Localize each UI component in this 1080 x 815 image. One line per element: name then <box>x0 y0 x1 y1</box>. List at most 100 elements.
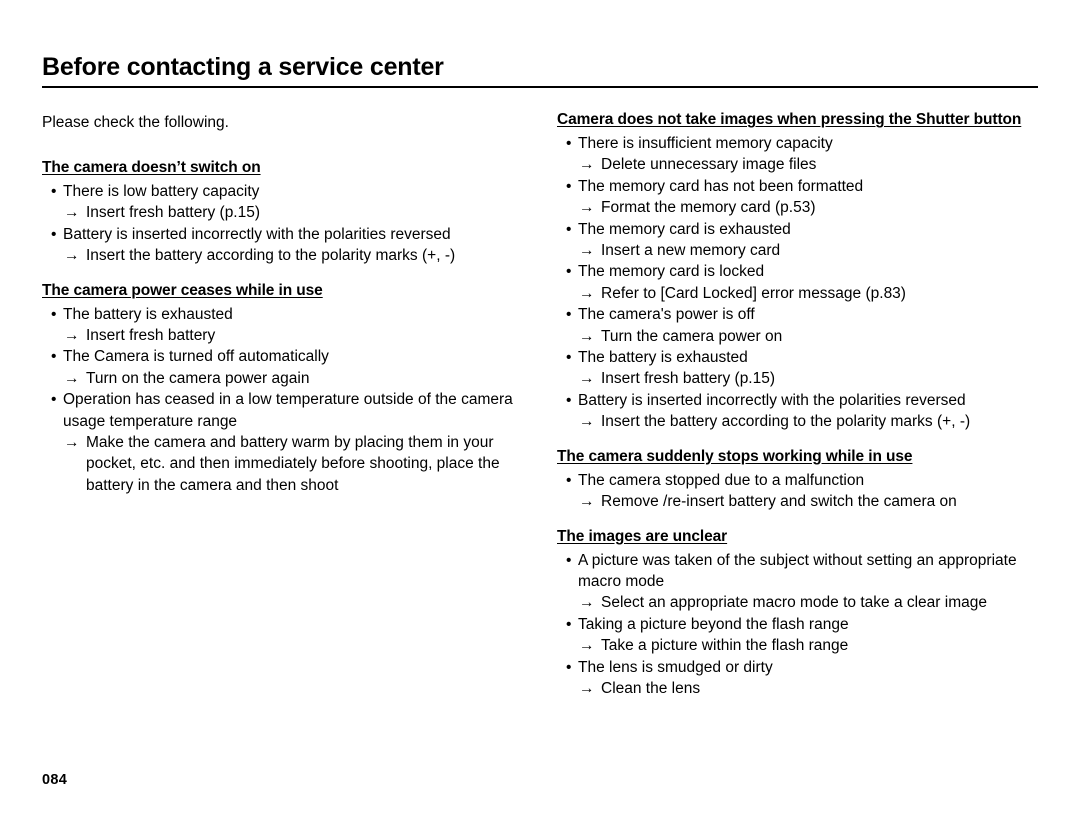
arrow-right-icon: → <box>579 242 595 260</box>
arrow-right-icon: → <box>579 156 595 174</box>
symptom-text: Battery is inserted incorrectly with the… <box>578 391 966 409</box>
bullet-icon: • <box>566 391 572 409</box>
arrow-right-icon: → <box>579 679 595 697</box>
solution-item: → Insert fresh battery (p.15) <box>557 368 1038 389</box>
symptom-item: • The camera stopped due to a malfunction <box>557 470 1038 491</box>
symptom-text: Taking a picture beyond the flash range <box>578 615 849 633</box>
symptom-text: There is low battery capacity <box>63 183 260 200</box>
solution-item: → Clean the lens <box>557 678 1038 699</box>
solution-item: → Insert a new memory card <box>557 240 1038 261</box>
solution-text: Format the memory card (p.53) <box>601 199 816 217</box>
solution-item: → Refer to [Card Locked] error message (p… <box>557 283 1038 304</box>
arrow-right-icon: → <box>579 284 595 302</box>
bullet-icon: • <box>51 183 57 200</box>
arrow-right-icon: → <box>579 413 595 431</box>
bullet-icon: • <box>566 306 572 324</box>
solution-text: Insert the battery according to the pola… <box>601 413 971 431</box>
page-number: 084 <box>42 772 68 788</box>
solution-item: → Delete unnecessary image files <box>557 154 1038 175</box>
symptom-item: • Operation has ceased in a low temperatu… <box>42 389 537 432</box>
symptom-item: • The memory card is locked <box>557 261 1038 282</box>
arrow-right-icon: → <box>579 199 595 217</box>
solution-item: → Insert the battery according to the pol… <box>557 411 1038 432</box>
solution-text: Refer to [Card Locked] error message (p.… <box>601 284 906 302</box>
section-heading: The camera power ceases while in use <box>42 281 323 299</box>
solution-text: Insert fresh battery <box>86 327 216 345</box>
arrow-right-icon: → <box>579 493 595 511</box>
symptom-item: • The battery is exhausted <box>557 347 1038 368</box>
symptom-text: Battery is inserted incorrectly with the… <box>63 225 451 243</box>
symptom-item: • The camera's power is off <box>557 304 1038 325</box>
bullet-icon: • <box>51 348 57 366</box>
right-column: Camera does not take images when pressin… <box>557 110 1038 699</box>
solution-item: → Take a picture within the flash range <box>557 635 1038 656</box>
symptom-item: • A picture was taken of the subject with… <box>557 550 1038 593</box>
symptom-item: • The lens is smudged or dirty <box>557 657 1038 678</box>
arrow-right-icon: → <box>64 247 80 265</box>
troubleshooting-section: Camera does not take images when pressin… <box>557 110 1038 433</box>
arrow-right-icon: → <box>579 637 595 655</box>
symptom-list: • There is insufficient memory capacity → D… <box>557 133 1038 433</box>
symptom-text: The battery is exhausted <box>578 349 748 367</box>
symptom-text: The memory card has not been formatted <box>578 177 864 195</box>
symptom-text: The memory card is exhausted <box>578 220 791 238</box>
manual-page: Before contacting a service center Pleas… <box>0 0 1080 815</box>
symptom-text: The camera stopped due to a malfunction <box>578 471 865 489</box>
symptom-item: • Battery is inserted incorrectly with th… <box>42 224 537 245</box>
solution-text: Insert fresh battery (p.15) <box>601 370 776 388</box>
bullet-icon: • <box>566 220 572 238</box>
symptom-item: • Taking a picture beyond the flash range <box>557 614 1038 635</box>
solution-text: Clean the lens <box>601 679 701 697</box>
arrow-right-icon: → <box>64 369 80 387</box>
symptom-text: The lens is smudged or dirty <box>578 658 773 676</box>
title-divider <box>42 86 1038 88</box>
bullet-icon: • <box>566 658 572 676</box>
left-column: The camera doesn’t switch on • There is lo… <box>42 158 537 496</box>
solution-item: → Insert fresh battery (p.15) <box>42 202 537 223</box>
solution-text: Turn the camera power on <box>601 327 783 345</box>
section-heading: The images are unclear <box>557 527 728 545</box>
arrow-right-icon: → <box>64 434 80 452</box>
symptom-item: • The memory card has not been formatted <box>557 176 1038 197</box>
symptom-item: • Battery is inserted incorrectly with th… <box>557 390 1038 411</box>
symptom-list: • There is low battery capacity → Insert fr… <box>42 181 537 267</box>
symptom-text: The battery is exhausted <box>63 305 233 323</box>
symptom-text: There is insufficient memory capacity <box>578 135 833 152</box>
solution-text: Delete unnecessary image files <box>601 156 817 174</box>
symptom-list: • The battery is exhausted → Insert fresh b… <box>42 304 537 497</box>
bullet-icon: • <box>51 225 57 243</box>
bullet-icon: • <box>566 135 572 152</box>
bullet-icon: • <box>51 391 57 409</box>
solution-item: → Insert fresh battery <box>42 325 537 346</box>
solution-text: Remove /re-insert battery and switch the… <box>601 493 957 511</box>
symptom-text: A picture was taken of the subject witho… <box>578 551 1017 590</box>
solution-text: Turn on the camera power again <box>86 369 310 387</box>
bullet-icon: • <box>566 349 572 367</box>
symptom-item: • There is low battery capacity <box>42 181 537 202</box>
symptom-item: • The memory card is exhausted <box>557 219 1038 240</box>
solution-item: → Make the camera and battery warm by pla… <box>42 432 537 496</box>
symptom-text: The camera's power is off <box>578 306 755 324</box>
arrow-right-icon: → <box>579 327 595 345</box>
symptom-text: Operation has ceased in a low temperatur… <box>63 391 513 430</box>
solution-item: → Format the memory card (p.53) <box>557 197 1038 218</box>
solution-text: Take a picture within the flash range <box>601 637 849 655</box>
solution-text: Select an appropriate macro mode to take… <box>601 594 987 612</box>
arrow-right-icon: → <box>64 204 80 222</box>
intro-text: Please check the following. <box>42 114 229 131</box>
solution-item: → Select an appropriate macro mode to tak… <box>557 592 1038 613</box>
section-heading: The camera suddenly stops working while … <box>557 447 913 465</box>
page-header: Before contacting a service center <box>42 52 1038 88</box>
bullet-icon: • <box>566 177 572 195</box>
arrow-right-icon: → <box>64 327 80 345</box>
symptom-list: • A picture was taken of the subject with… <box>557 550 1038 700</box>
bullet-icon: • <box>566 263 572 281</box>
symptom-text: The memory card is locked <box>578 263 765 281</box>
troubleshooting-section: The images are unclear • A picture was tak… <box>557 527 1038 700</box>
troubleshooting-section: The camera power ceases while in use • The… <box>42 281 537 497</box>
symptom-item: • The Camera is turned off automatically <box>42 346 537 367</box>
symptom-item: • There is insufficient memory capacity <box>557 133 1038 154</box>
troubleshooting-section: The camera suddenly stops working while … <box>557 447 1038 513</box>
bullet-icon: • <box>566 615 572 633</box>
bullet-icon: • <box>566 551 572 569</box>
